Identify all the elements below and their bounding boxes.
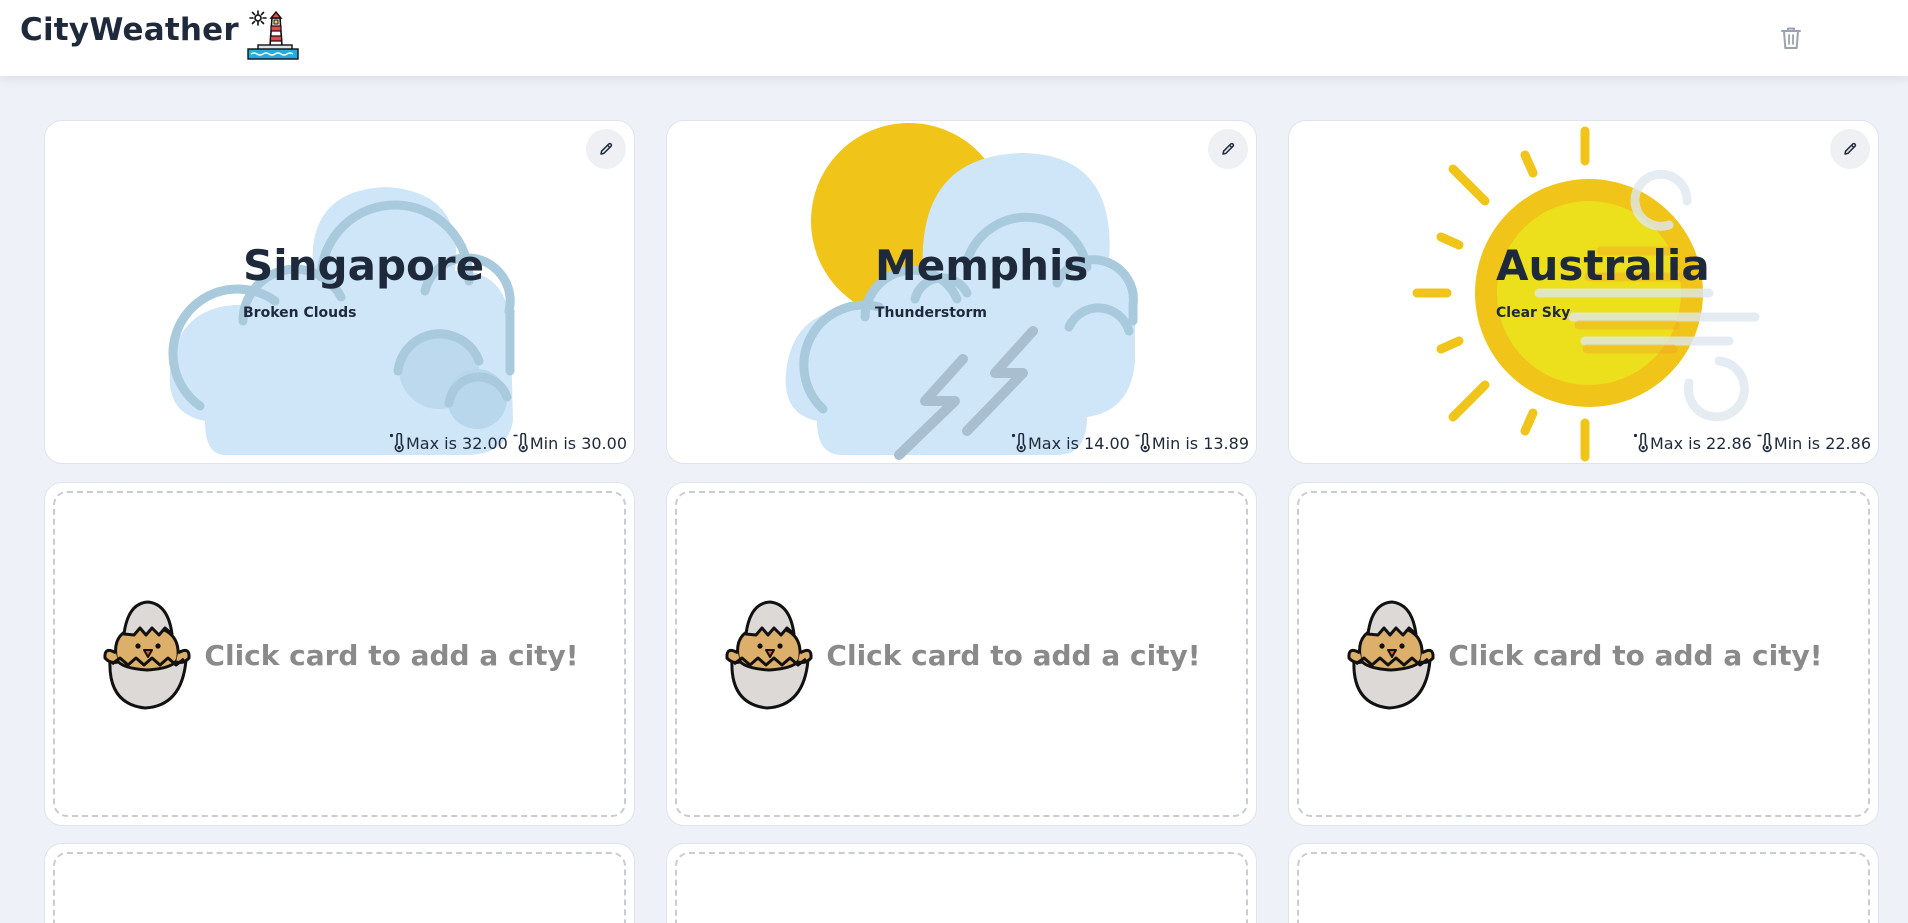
city-name: Singapore (243, 241, 485, 290)
broken-clouds-icon (168, 187, 515, 455)
dashed-border (1297, 852, 1870, 923)
thunderstorm-icon (785, 123, 1138, 460)
min-temperature: Min is 30.00 (529, 433, 627, 453)
lighthouse-icon (247, 10, 299, 60)
city-description: Broken Clouds (243, 305, 357, 321)
add-city-card[interactable]: Click card to add a city! (44, 482, 635, 826)
edit-city-button[interactable] (586, 129, 626, 169)
add-city-card[interactable]: Click card to add a city! (666, 482, 1257, 826)
add-city-prompt: Click card to add a city! (826, 638, 1201, 672)
top-bar: CityWeather (0, 0, 1908, 76)
hatching-chick-icon (724, 598, 814, 712)
add-city-prompt: Click card to add a city! (204, 638, 579, 672)
city-description: Clear Sky (1496, 305, 1571, 321)
clear-sky-icon (1412, 126, 1760, 462)
dashed-border (675, 852, 1248, 923)
thermometer-min-icon (513, 433, 529, 453)
max-temperature: Max is 22.86 (1650, 433, 1752, 453)
add-city-card[interactable]: Click card to add a city! (1288, 482, 1879, 826)
pencil-icon (1842, 141, 1858, 157)
thermometer-min-icon (1135, 433, 1151, 453)
temperature-range: Max is 22.86 Min is 22.86 (1633, 433, 1871, 453)
dashed-border (53, 852, 626, 923)
pencil-icon (598, 141, 614, 157)
max-temperature: Max is 14.00 (1028, 433, 1130, 453)
edit-city-button[interactable] (1208, 129, 1248, 169)
add-city-card[interactable] (1288, 843, 1879, 923)
thermometer-min-icon (1757, 433, 1773, 453)
add-city-card[interactable] (44, 843, 635, 923)
city-name: Memphis (875, 241, 1089, 290)
thermometer-max-icon (1633, 433, 1649, 453)
hatching-chick-icon (1346, 598, 1436, 712)
trash-icon[interactable] (1779, 25, 1803, 51)
app-title: CityWeather (20, 12, 239, 48)
max-temperature: Max is 32.00 (406, 433, 508, 453)
edit-city-button[interactable] (1830, 129, 1870, 169)
city-card-memphis[interactable]: Memphis Thunderstorm Max is 14.00 Min is… (666, 120, 1257, 464)
city-card-singapore[interactable]: Singapore Broken Clouds Max is 32.00 Min… (44, 120, 635, 464)
add-city-prompt: Click card to add a city! (1448, 638, 1823, 672)
temperature-range: Max is 32.00 Min is 30.00 (389, 433, 627, 453)
min-temperature: Min is 13.89 (1151, 433, 1249, 453)
min-temperature: Min is 22.86 (1773, 433, 1871, 453)
city-name: Australia (1496, 241, 1710, 290)
pencil-icon (1220, 141, 1236, 157)
thermometer-max-icon (1011, 433, 1027, 453)
thermometer-max-icon (389, 433, 405, 453)
add-city-card[interactable] (666, 843, 1257, 923)
city-description: Thunderstorm (875, 305, 988, 321)
hatching-chick-icon (102, 598, 192, 712)
city-card-australia[interactable]: Australia Clear Sky Max is 22.86 Min is … (1288, 120, 1879, 464)
temperature-range: Max is 14.00 Min is 13.89 (1011, 433, 1249, 453)
